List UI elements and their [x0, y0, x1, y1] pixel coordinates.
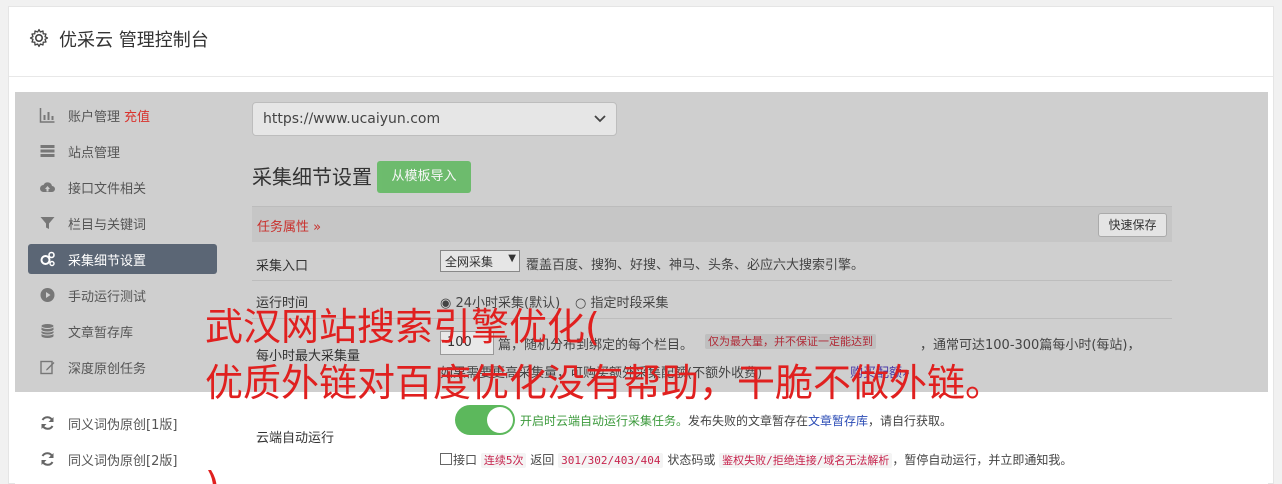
divider	[252, 280, 1172, 281]
task-attr-bar: 任务属性 » 快速保存	[252, 206, 1172, 242]
quick-save-button[interactable]: 快速保存	[1098, 213, 1167, 237]
sidebar-item-synonym-v1[interactable]: 同义词伪原创[1版]	[28, 408, 217, 438]
database-icon	[41, 324, 54, 338]
sidebar-item-manual-run[interactable]: 手动运行测试	[28, 280, 217, 310]
sidebar-item-article-store[interactable]: 文章暂存库	[28, 316, 217, 346]
site-select-value: https://www.ucaiyun.com	[263, 111, 441, 127]
overlay-text-line2: 优质外链对百度优化没有帮助，干脆不做外链。	[205, 361, 1004, 405]
edit-icon	[40, 360, 55, 375]
sidebar-item-collect-settings[interactable]: 采集细节设置	[28, 244, 217, 274]
cloud-desc: 开启时云端自动运行采集任务。发布失败的文章暂存在文章暂存库，请自行获取。	[520, 412, 952, 429]
code-status: 301/302/403/404	[558, 453, 664, 468]
cloud-fail-text: 发布失败的文章暂存在	[688, 414, 809, 428]
sidebar-item-label: 深度原创任务	[68, 362, 147, 377]
entry-desc: 覆盖百度、搜狗、好搜、神马、头条、必应六大搜索引擎。	[526, 258, 865, 273]
sidebar-item-label: 同义词伪原创[1版]	[68, 418, 178, 433]
cogs-icon	[40, 251, 55, 267]
pause-mid2: 状态码或	[667, 453, 716, 467]
sidebar-item-synonym-v2[interactable]: 同义词伪原创[2版]	[28, 444, 217, 474]
gear-icon	[29, 28, 49, 48]
task-attr-toggle[interactable]: 任务属性 »	[257, 216, 321, 235]
pause-mid1: 返回	[530, 453, 555, 467]
code-auth-fail: 鉴权失败/拒绝连接/域名无法解析	[719, 453, 893, 468]
toggle-knob	[487, 407, 513, 433]
pause-checkbox[interactable]	[440, 453, 452, 465]
bar-chart-icon	[39, 108, 55, 123]
server-icon	[40, 145, 55, 157]
max-badge-text: 仅为最大量，并不保证一定能达到	[705, 334, 876, 349]
pause-end: ，暂停自动运行，并立即通知我。	[892, 453, 1073, 467]
cloud-on-text: 开启时云端自动运行采集任务。	[520, 414, 689, 428]
article-store-link[interactable]: 文章暂存库	[808, 414, 868, 428]
sidebar-item-label: 接口文件相关	[68, 182, 147, 197]
cloud-upload-icon	[40, 182, 55, 192]
chevron-down-icon: ▼	[508, 253, 516, 264]
sidebar-item-label: 文章暂存库	[68, 326, 134, 341]
workspace-area: 账户管理 充值 站点管理 接口文件相关 栏目与关键词 采集细节设置 手动运行测试 …	[15, 92, 1268, 484]
sidebar-item-label: 账户管理	[68, 110, 121, 125]
code-5times: 连续5次	[480, 453, 527, 468]
entry-label: 采集入口	[256, 259, 309, 274]
play-circle-icon	[40, 288, 55, 302]
sidebar-item-columns[interactable]: 栏目与关键词	[28, 208, 217, 238]
runtime-opt2-label: 指定时段采集	[590, 296, 669, 311]
pause-rule: 接口 连续5次 返回 301/302/403/404 状态码或 鉴权失败/拒绝连…	[440, 451, 1072, 468]
page-title: 优采云 管理控制台	[59, 30, 209, 51]
cloud-label: 云端自动运行	[256, 431, 335, 446]
sidebar-item-account[interactable]: 账户管理 充值	[28, 100, 217, 130]
sidebar-item-label: 手动运行测试	[68, 290, 147, 305]
cloud-fail-end: ，请自行获取。	[868, 414, 953, 428]
sidebar-item-interface[interactable]: 接口文件相关	[28, 172, 217, 202]
section-title: 采集细节设置	[252, 165, 372, 189]
sidebar-item-label: 同义词伪原创[2版]	[68, 454, 178, 469]
cloud-run-toggle[interactable]	[455, 405, 515, 435]
overlay-text-line1: 武汉网站搜索引擎优化(	[205, 305, 600, 349]
chevron-down-icon	[594, 115, 606, 123]
max-badge: 仅为最大量，并不保证一定能达到	[705, 333, 876, 349]
entry-select-value: 全网采集	[445, 255, 494, 269]
refresh-icon	[41, 416, 54, 430]
import-template-button[interactable]: 从模板导入	[377, 161, 471, 193]
refresh-icon	[41, 452, 54, 466]
pause-prefix: 接口	[453, 453, 478, 467]
sidebar-item-label: 栏目与关键词	[68, 218, 147, 233]
overlay-text-line3: )	[205, 464, 220, 484]
site-select[interactable]: https://www.ucaiyun.com	[252, 102, 617, 136]
max-desc2: ，通常可达100-300篇每小时(每站)，	[920, 338, 1141, 353]
recharge-link[interactable]: 充值	[124, 110, 150, 125]
sidebar-item-label: 站点管理	[68, 146, 121, 161]
sidebar-item-deep-original[interactable]: 深度原创任务	[28, 352, 217, 382]
top-bar: 优采云 管理控制台	[9, 7, 1273, 77]
entry-select[interactable]: 全网采集 ▼	[440, 250, 520, 272]
sidebar-item-sites[interactable]: 站点管理	[28, 136, 217, 166]
sidebar-item-label: 采集细节设置	[68, 254, 147, 269]
filter-icon	[40, 217, 55, 229]
